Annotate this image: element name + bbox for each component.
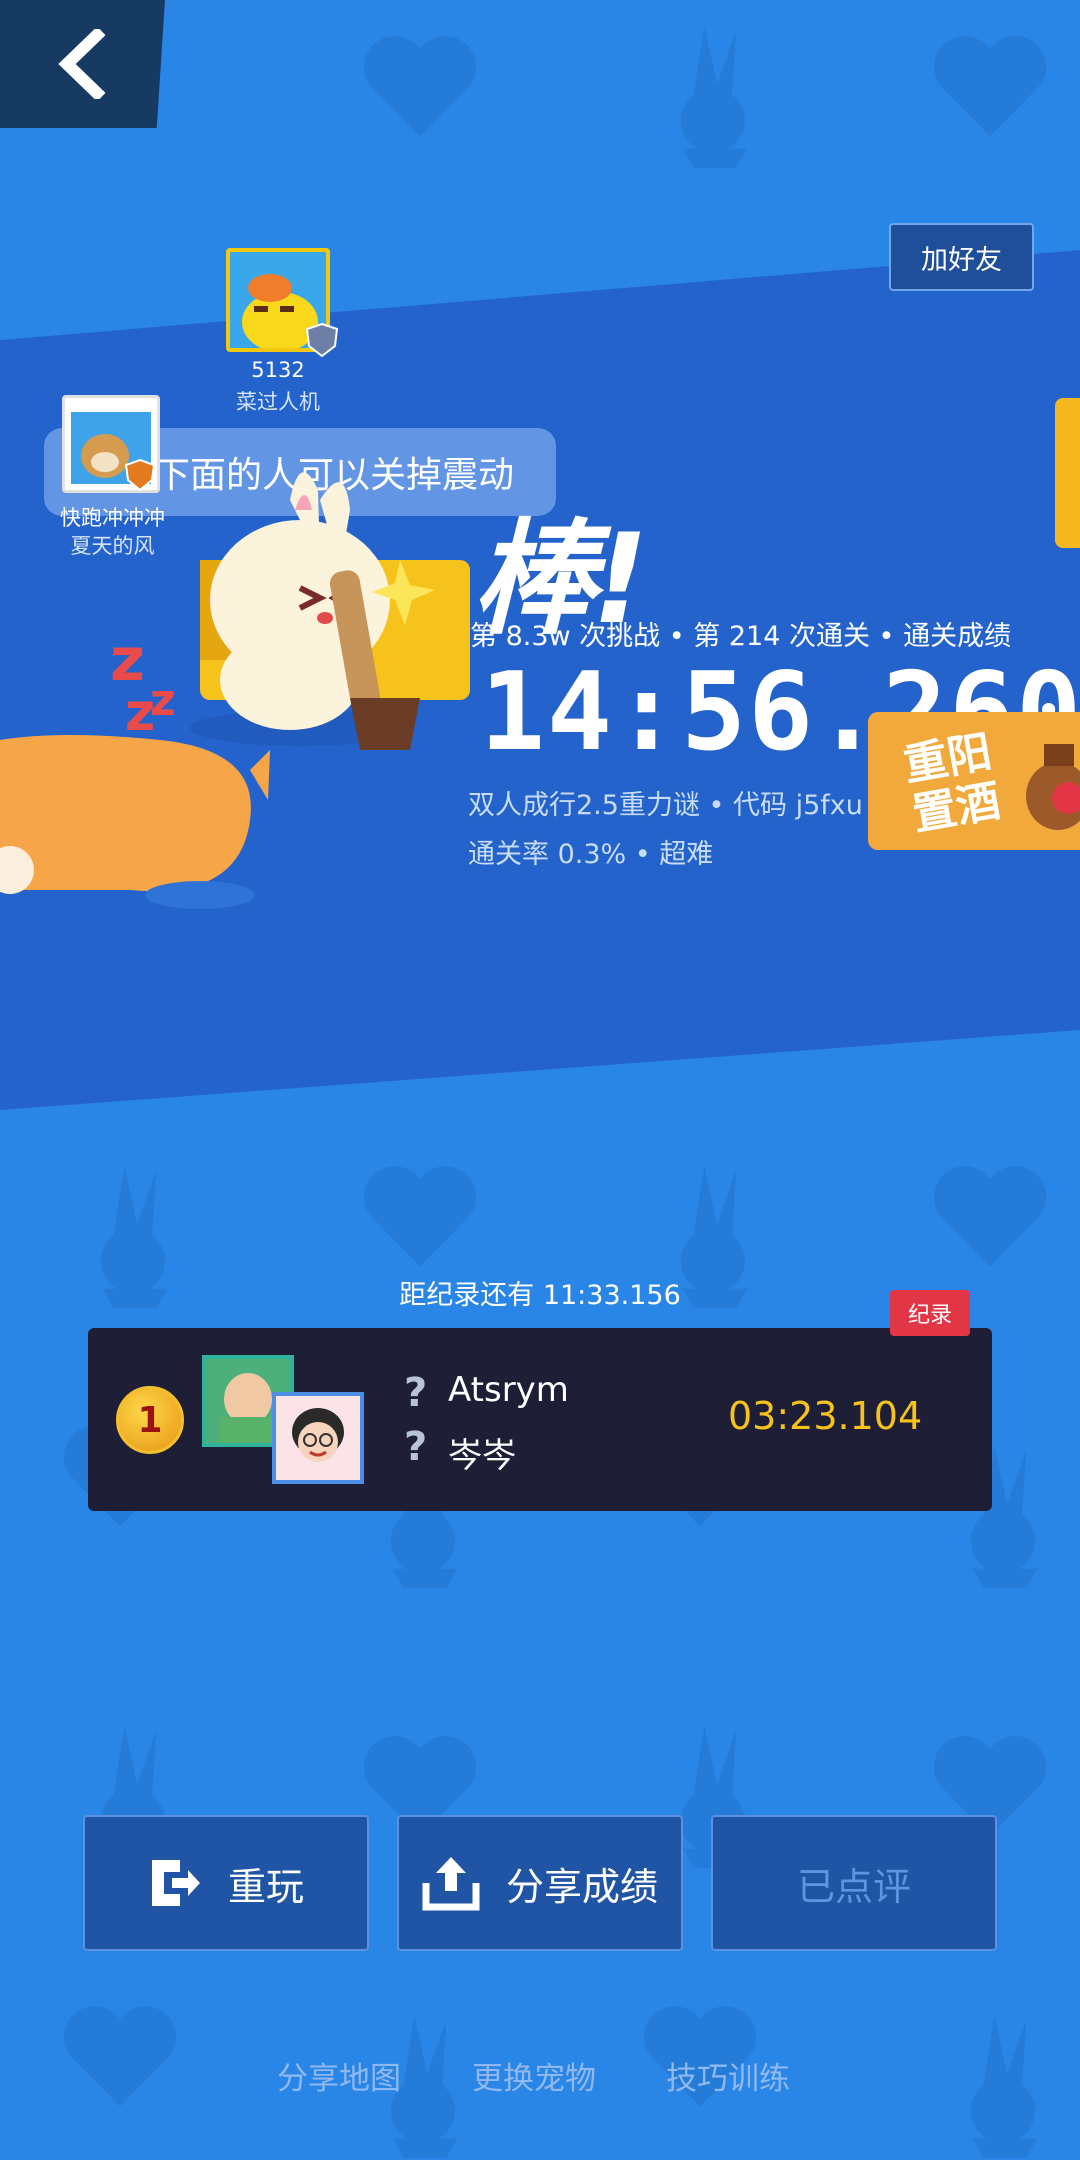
player-subtitle: 菜过人机 (236, 390, 320, 414)
unknown-player-icon: ? (404, 1370, 428, 1416)
challenge-stats: 第 8.3w 次挑战 • 第 214 次通关 • 通关成绩 (470, 621, 1012, 652)
player-name: 5132 (251, 358, 305, 382)
clear-rate: 通关率 0.3% • 超难 (468, 839, 714, 870)
unknown-player-icon: ? (404, 1424, 428, 1470)
event-badge[interactable]: 重阳置酒 (868, 712, 1080, 850)
change-pet-link[interactable]: 更换宠物 (472, 2053, 596, 2098)
rated-button[interactable]: 已点评 (711, 1815, 997, 1951)
replay-icon (151, 1860, 200, 1906)
rated-label: 已点评 (796, 1864, 911, 1909)
bunny-shape (680, 25, 748, 168)
map-info: 双人成行2.5重力谜 • 代码 j5fxu (468, 790, 863, 821)
record-tag: 纪录 (890, 1290, 970, 1336)
bunny-shape (970, 2015, 1038, 2158)
add-friend-button[interactable]: 加好友 (889, 223, 1034, 291)
event-badge-text: 重阳置酒 (899, 726, 1005, 841)
skill-training-link[interactable]: 技巧训练 (666, 2053, 790, 2098)
replay-label: 重玩 (227, 1864, 304, 1909)
rabbit-mascot-illustration: z z z (0, 472, 470, 909)
shield-icon (305, 322, 339, 358)
cartoon-girl-avatar-image (276, 1396, 360, 1480)
share-score-label: 分享成绩 (505, 1864, 658, 1909)
heart-shape (933, 1166, 1047, 1267)
heart-shape (933, 36, 1047, 137)
record-player-name: 岑岑 (448, 1436, 516, 1476)
record-time: 03:23.104 (728, 1394, 923, 1438)
wine-jar-icon (1026, 744, 1080, 830)
chevron-left-icon (57, 29, 105, 99)
svg-text:z: z (150, 675, 176, 726)
share-icon (422, 1857, 480, 1911)
share-score-button[interactable]: 分享成绩 (397, 1815, 683, 1951)
heart-shape (63, 2006, 177, 2107)
medal-icon: 1 (116, 1386, 184, 1454)
heart-shape (363, 36, 477, 137)
heart-shape (363, 1166, 477, 1267)
replay-button[interactable]: 重玩 (83, 1815, 369, 1951)
side-player-card[interactable] (1055, 398, 1080, 548)
back-button[interactable] (0, 0, 165, 128)
rank-number: 1 (137, 1399, 163, 1441)
record-player-name: Atsrym (448, 1370, 569, 1410)
record-player-avatar[interactable] (272, 1392, 364, 1484)
share-map-link[interactable]: 分享地图 (277, 2053, 401, 2098)
